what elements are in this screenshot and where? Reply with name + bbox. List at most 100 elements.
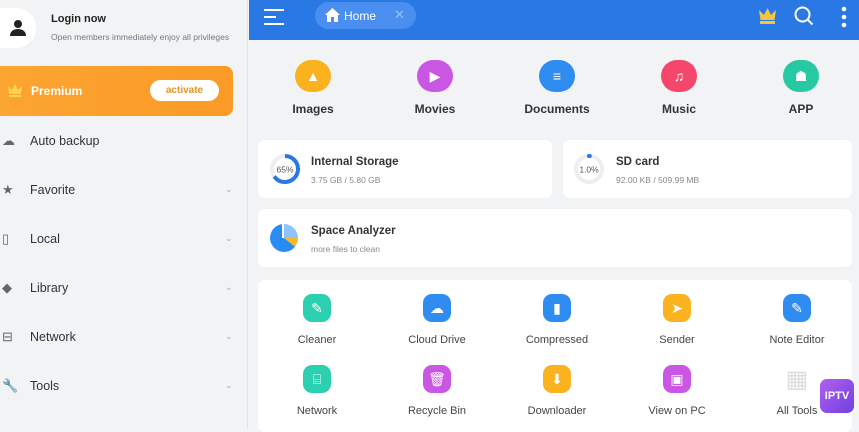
music-icon: ♫ [661,60,697,92]
tool-label: Compressed [525,334,589,346]
category-label: Documents [524,102,590,116]
sidebar-item-label: Tools [30,379,60,393]
category-label: APP [788,102,814,116]
activate-button[interactable]: activate [150,80,219,101]
space-analyzer-card[interactable]: Space Analyzer more files to clean [258,209,852,267]
premium-banner[interactable]: Premium activate [0,66,233,116]
crown-icon [8,84,22,97]
category-documents[interactable]: ≡ Documents [502,60,612,116]
iptv-badge[interactable]: IPTV [820,379,854,413]
sd-card-card[interactable]: 1.0% SD card 92.00 KB / 509.99 MB [563,140,852,198]
sidebar: Login now Open members immediately enjoy… [0,0,248,429]
pie-chart-icon [270,224,299,252]
android-icon: ☗ [783,60,819,92]
sidebar-item-local[interactable]: ▯ Local ⌄ [0,225,245,255]
zip-icon: ▮ [543,294,571,322]
chevron-down-icon[interactable]: ⌄ [225,380,233,391]
space-analyzer-subtitle: more files to clean [311,244,380,254]
tool-label: Downloader [527,405,587,417]
tool-compressed[interactable]: ▮ Compressed [502,294,612,346]
sidebar-item-label: Library [30,281,69,295]
main: Home ✕ ▲ Images ▶ Movies ≡ Documents ♫ M… [249,0,859,432]
category-images[interactable]: ▲ Images [258,60,368,116]
internal-storage-title: Internal Storage [311,156,399,168]
tool-view-on-pc[interactable]: ▣ View on PC [622,365,732,417]
category-music[interactable]: ♫ Music [624,60,734,116]
phone-icon: ▯ [2,231,10,246]
tool-sender[interactable]: ➤ Sender [622,294,732,346]
tool-label: View on PC [648,405,706,417]
tool-label: Cleaner [297,334,337,346]
avatar[interactable] [0,8,36,48]
category-label: Music [661,102,696,116]
tool-label: Sender [659,334,695,346]
download-icon: ⬇ [543,365,571,393]
tool-label: Network [296,405,338,417]
tool-recycle-bin[interactable]: 🗑 Recycle Bin [382,365,492,417]
crown-icon[interactable] [758,7,777,24]
video-icon: ▶ [417,60,453,92]
internal-percent: 65% [276,165,293,175]
sd-card-ring: 1.0% [574,154,604,184]
sd-percent: 1.0% [579,165,599,175]
sidebar-item-label: Favorite [30,183,76,197]
trash-icon: 🗑 [423,365,451,393]
sd-card-title: SD card [616,156,660,168]
internal-storage-ring: 65% [270,154,300,184]
router-icon: ⌸ [303,365,331,393]
chevron-down-icon[interactable]: ⌄ [225,282,233,293]
tool-network[interactable]: ⌸ Network [262,365,372,417]
chevron-down-icon[interactable]: ⌄ [225,184,233,195]
tool-note-editor[interactable]: ✎ Note Editor [742,294,852,346]
wrench-icon: 🔧 [2,378,19,393]
login-subtitle: Open members immediately enjoy all privi… [51,32,230,42]
sidebar-item-library[interactable]: ◆ Library ⌄ [0,274,245,304]
space-analyzer-title: Space Analyzer [311,225,396,237]
cloud-icon: ☁ [423,294,451,322]
user-icon [10,20,26,36]
tab-label: Home [344,9,377,23]
sidebar-item-label: Network [30,330,76,344]
category-label: Images [292,102,334,116]
category-app[interactable]: ☗ APP [746,60,856,116]
tool-label: Note Editor [769,334,825,346]
tool-label: Cloud Drive [408,334,466,346]
sd-card-usage: 92.00 KB / 509.99 MB [616,175,700,185]
note-icon: ✎ [783,294,811,322]
internal-storage-card[interactable]: 65% Internal Storage 3.75 GB / 5.80 GB [258,140,552,198]
tool-cloud-drive[interactable]: ☁ Cloud Drive [382,294,492,346]
sidebar-item-network[interactable]: ⊟ Network ⌄ [0,323,245,353]
home-icon [325,8,340,22]
sidebar-item-auto-backup[interactable]: ☁ Auto backup [0,127,245,157]
chevron-down-icon[interactable]: ⌄ [225,331,233,342]
internal-storage-usage: 3.75 GB / 5.80 GB [311,175,381,185]
more-options-icon[interactable] [841,6,847,28]
grid-icon: ▦ [785,365,809,393]
menu-icon[interactable] [264,9,284,25]
tool-downloader[interactable]: ⬇ Downloader [502,365,612,417]
sidebar-item-favorite[interactable]: ★ Favorite ⌄ [0,176,245,206]
close-tab-icon[interactable]: ✕ [394,7,405,23]
login-title[interactable]: Login now [51,13,106,25]
cloud-icon: ☁ [2,133,15,148]
broom-icon: ✎ [303,294,331,322]
category-movies[interactable]: ▶ Movies [380,60,490,116]
search-icon[interactable] [794,6,814,26]
top-bar: Home ✕ [249,0,859,40]
image-icon: ▲ [295,60,331,92]
category-label: Movies [414,102,456,116]
network-icon: ⊟ [2,329,13,344]
premium-label: Premium [31,84,83,98]
monitor-icon: ▣ [663,365,691,393]
document-icon: ≡ [539,60,575,92]
sidebar-item-label: Local [30,232,60,246]
tool-label: Recycle Bin [407,405,467,417]
tool-cleaner[interactable]: ✎ Cleaner [262,294,372,346]
sidebar-item-label: Auto backup [30,134,100,148]
send-icon: ➤ [663,294,691,322]
star-icon: ★ [2,182,14,197]
chevron-down-icon[interactable]: ⌄ [225,233,233,244]
layers-icon: ◆ [2,280,12,295]
tab-home[interactable]: Home ✕ [315,2,416,29]
sidebar-item-tools[interactable]: 🔧 Tools ⌄ [0,372,245,402]
